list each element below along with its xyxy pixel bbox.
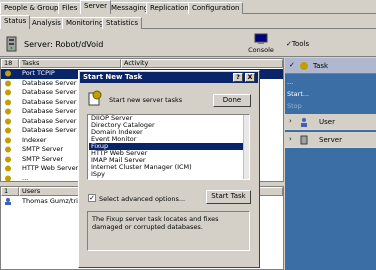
task-icon: [5, 156, 11, 162]
task-icon: [5, 137, 11, 143]
task-icon: [5, 108, 11, 115]
col-tasks[interactable]: Tasks: [19, 59, 121, 68]
task-icon: [5, 89, 11, 96]
user-section-header[interactable]: › User: [285, 114, 376, 130]
close-button[interactable]: X: [245, 73, 255, 82]
server-section-label: Server: [319, 136, 342, 144]
task-icon: [5, 165, 11, 172]
start-new-task-dialog: Start New Task ? X Start new server task…: [78, 70, 260, 268]
tab-files[interactable]: Files: [58, 2, 82, 14]
task-icon: [5, 70, 11, 77]
tools-panel: ✓ Task ... Start... Stop › User › Server: [285, 58, 376, 270]
list-item[interactable]: ISpy: [89, 171, 245, 178]
server-header: Server: Robot/dVoid Console ✓Tools: [0, 30, 376, 57]
task-name: Database Server: [22, 116, 77, 125]
advanced-options-label: Select advanced options...: [99, 195, 186, 203]
task-name: Database Server: [22, 126, 77, 134]
server-name: Server: Robot/dVoid: [24, 40, 104, 49]
tab-server[interactable]: Server: [80, 0, 111, 14]
task-menu-ellipsis[interactable]: ...: [287, 78, 293, 86]
task-icon: [5, 127, 11, 134]
task-name: Database Server: [22, 78, 77, 87]
task-name: Indexer: [22, 135, 47, 144]
collapse-arrow-icon: ✓: [289, 61, 295, 69]
list-item[interactable]: Internet Cluster Manager (ICM): [89, 164, 245, 171]
advanced-options-checkbox[interactable]: ✓: [88, 194, 96, 202]
list-item[interactable]: Event Monitor: [89, 136, 245, 143]
task-section-label: Task: [313, 62, 329, 70]
server-icon: [6, 36, 17, 52]
tab-status[interactable]: Status: [0, 15, 31, 29]
col-count[interactable]: 18: [1, 59, 19, 68]
server-section-header[interactable]: › Server: [285, 132, 376, 148]
console-icon: [254, 33, 268, 44]
task-name: ...: [22, 173, 29, 182]
task-name: Database Server: [22, 97, 77, 106]
dialog-instruction: Start new server tasks: [109, 96, 183, 104]
task-icon: [5, 80, 11, 86]
task-menu-start[interactable]: Start...: [287, 90, 309, 98]
user-icon: [5, 198, 11, 205]
task-icon: [5, 175, 11, 181]
tab-analysis[interactable]: Analysis: [28, 17, 65, 29]
expand-arrow-icon: ›: [289, 135, 292, 143]
task-icon: [5, 118, 11, 124]
user-section-label: User: [319, 118, 335, 126]
expand-arrow-icon: ›: [289, 117, 292, 125]
console-button[interactable]: Console: [246, 32, 276, 56]
user-name: Thomas Gumz/tris: [22, 197, 82, 205]
task-icon: [5, 99, 11, 105]
task-name: Port TCPIP: [22, 69, 55, 77]
task-name: Database Server: [22, 107, 77, 115]
listbox-scrollbar[interactable]: [243, 115, 249, 179]
task-name: SMTP Server: [22, 145, 64, 153]
task-listbox[interactable]: DIIOP Server Directory Cataloger Domain …: [87, 114, 250, 180]
col-user-count[interactable]: 1: [1, 187, 19, 196]
done-button[interactable]: Done: [213, 94, 251, 107]
help-button[interactable]: ?: [233, 73, 243, 82]
sub-tab-bar: Status Analysis Monitoring Statistics: [0, 15, 376, 29]
tab-people-groups[interactable]: People & Groups: [0, 2, 67, 14]
task-menu-stop[interactable]: Stop: [287, 102, 302, 110]
task-gear-icon: [88, 90, 102, 106]
col-activity[interactable]: Activity: [121, 59, 283, 68]
task-icon: [300, 62, 308, 70]
tab-monitoring[interactable]: Monitoring: [62, 17, 108, 29]
task-section-header[interactable]: ✓ Task: [285, 58, 376, 74]
tools-toggle[interactable]: ✓Tools: [286, 40, 309, 48]
user-icon: [301, 118, 307, 127]
tools-label: Tools: [291, 40, 310, 48]
server-icon: [300, 135, 308, 145]
task-name: Database Server: [22, 88, 77, 96]
tab-statistics[interactable]: Statistics: [102, 17, 142, 29]
task-description: The Fixup server task locates and fixes …: [87, 211, 250, 251]
task-name: HTTP Web Server: [22, 164, 79, 172]
task-name: SMTP Server: [22, 154, 64, 163]
console-label: Console: [248, 46, 274, 54]
dialog-title: Start New Task: [83, 73, 143, 81]
tab-configuration[interactable]: Configuration: [188, 2, 244, 14]
top-tab-bar: People & Groups Files Server Messaging R…: [0, 0, 376, 14]
task-icon: [5, 146, 11, 153]
tab-replication[interactable]: Replication: [146, 2, 193, 14]
start-task-button[interactable]: Start Task: [206, 190, 251, 204]
dialog-title-bar[interactable]: Start New Task ? X: [80, 72, 258, 83]
